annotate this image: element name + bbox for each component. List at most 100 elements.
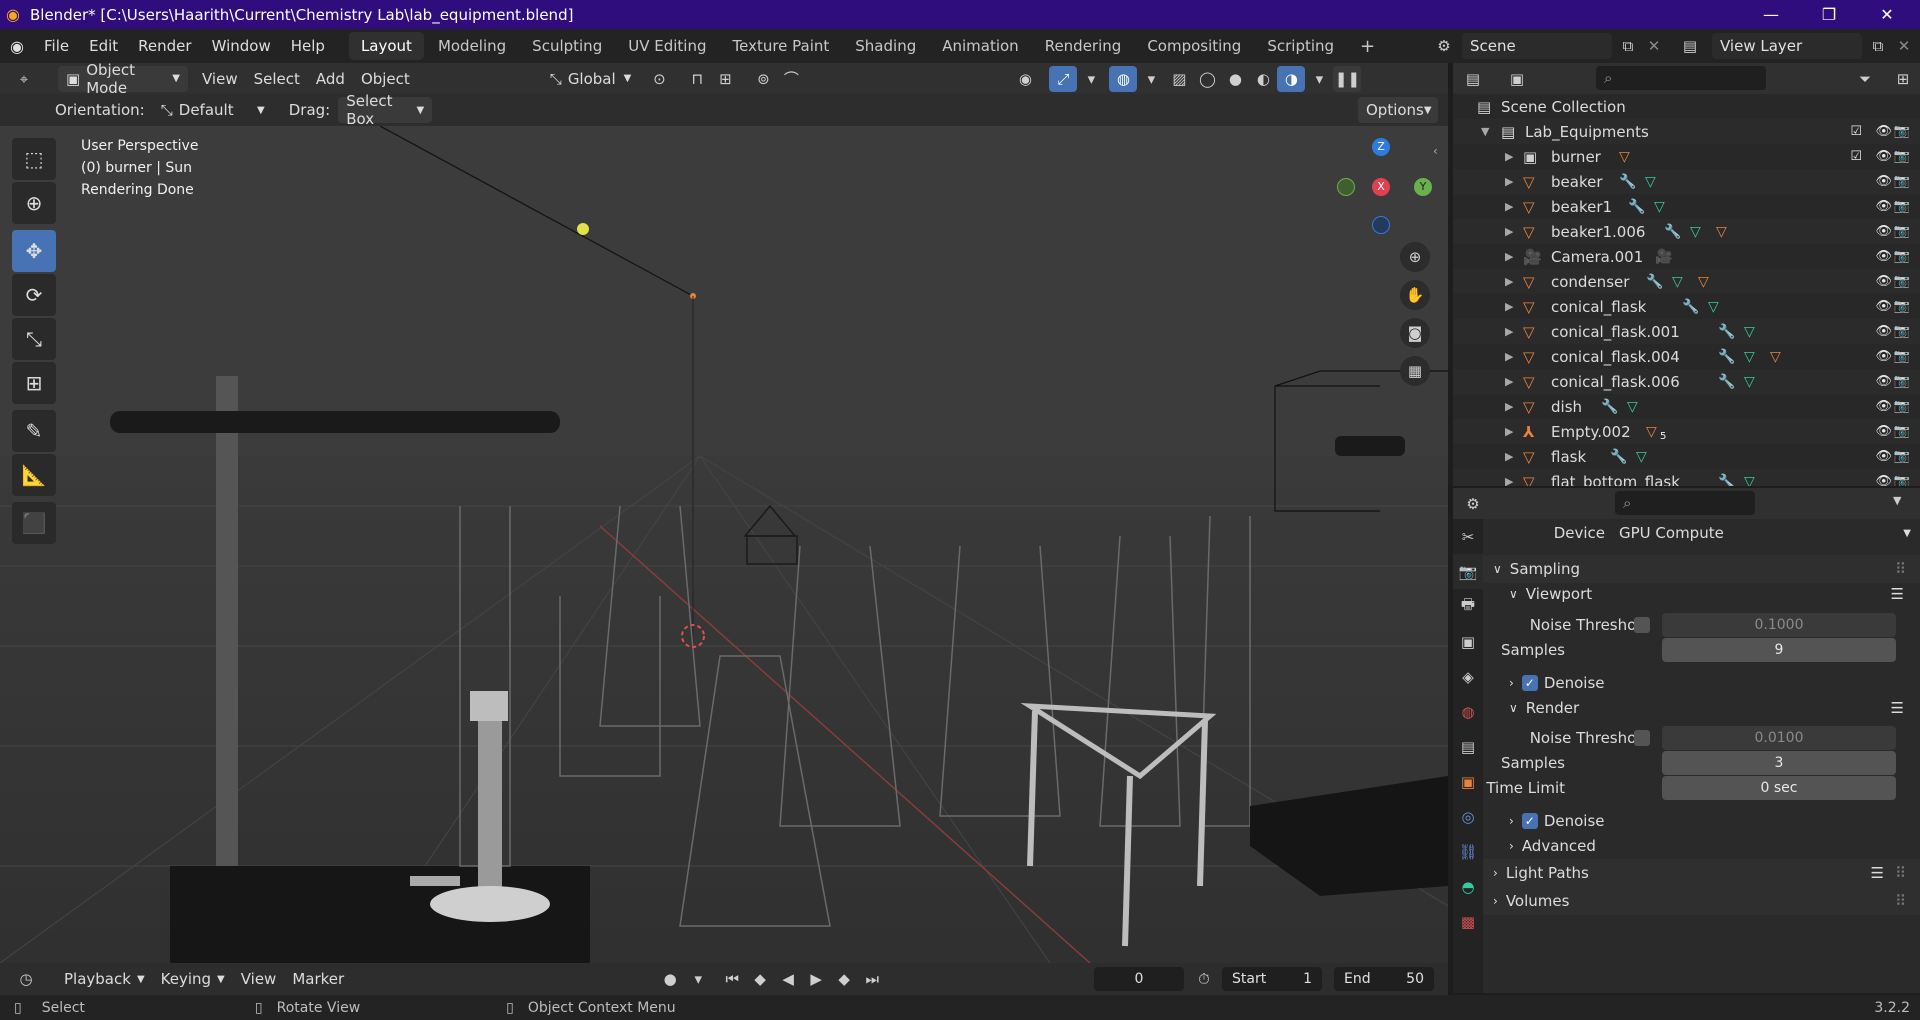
move-tool-icon[interactable]: ✥: [12, 230, 56, 272]
overlay-toggle-icon[interactable]: ◍: [1109, 65, 1138, 92]
scale-tool-icon[interactable]: ⤡: [12, 318, 56, 360]
expand-arrow-icon[interactable]: ▶: [1505, 425, 1513, 438]
expand-arrow-icon[interactable]: ▶: [1505, 325, 1513, 338]
gizmo-y-axis[interactable]: Y: [1414, 178, 1432, 196]
options-dropdown[interactable]: Options ▼: [1358, 97, 1438, 123]
wireframe-shading-icon[interactable]: ◯: [1193, 66, 1221, 92]
new-collection-icon[interactable]: ⊞: [1889, 66, 1917, 92]
snap-target-icon[interactable]: ⊞: [711, 66, 739, 92]
select-box-tool-icon[interactable]: ⬚: [12, 138, 56, 180]
light-paths-panel-header[interactable]: › Light Paths ☰ ⠿: [1483, 859, 1920, 887]
view-layer-selector-icon[interactable]: ▤: [1676, 33, 1704, 59]
material-shading-icon[interactable]: ◐: [1249, 66, 1277, 92]
menu-help[interactable]: Help: [281, 37, 335, 55]
menu-window[interactable]: Window: [202, 37, 281, 55]
expand-arrow-icon[interactable]: ▶: [1505, 400, 1513, 413]
menu-render[interactable]: Render: [128, 37, 201, 55]
outliner-collection-row[interactable]: ▼ ▤ Lab_Equipments ☑ 👁 📷: [1453, 119, 1920, 144]
properties-search-input[interactable]: ⌕: [1615, 491, 1755, 515]
tab-texture-paint[interactable]: Texture Paint: [720, 32, 841, 60]
outliner-row-beaker[interactable]: ▶ ▽ beaker 🔧 ▽ 👁 📷: [1453, 169, 1920, 194]
editor-type-icon[interactable]: ▤: [1459, 66, 1487, 92]
eye-icon[interactable]: 👁: [1875, 399, 1892, 414]
blender-menu-icon[interactable]: ◉: [0, 37, 34, 56]
mesh-data-icon[interactable]: ▽: [1708, 299, 1719, 315]
sampling-panel-header[interactable]: ∨ Sampling ⠿: [1483, 555, 1920, 583]
remove-view-layer-icon[interactable]: ✕: [1890, 33, 1918, 59]
outliner-row-flat-bottom-flask[interactable]: ▶ ▽ flat_bottom_flask 🔧 ▽ 👁 📷: [1453, 469, 1920, 486]
eye-icon[interactable]: 👁: [1875, 299, 1892, 314]
proportional-edit-icon[interactable]: ⊚: [749, 66, 777, 92]
falloff-icon[interactable]: ⌒: [777, 66, 805, 92]
chevron-down-icon[interactable]: ▾: [1137, 66, 1165, 92]
scene-tab-icon[interactable]: ◈: [1453, 659, 1483, 694]
drag-handle-icon[interactable]: ⠿: [1895, 864, 1906, 882]
mesh-data-icon[interactable]: ▽: [1672, 274, 1683, 290]
output-tab-icon[interactable]: 🖶: [1453, 589, 1483, 624]
modifier-icon[interactable]: 🔧: [1664, 224, 1681, 240]
transform-tool-icon[interactable]: ⊞: [12, 362, 56, 404]
drag-dropdown[interactable]: Select Box ▼: [338, 92, 433, 128]
collection-tab-icon[interactable]: ▤: [1453, 729, 1483, 764]
world-tab-icon[interactable]: ◍: [1453, 694, 1483, 729]
play-reverse-icon[interactable]: ◀: [774, 966, 802, 992]
mesh-data-icon[interactable]: ▽: [1744, 474, 1755, 487]
menu-view[interactable]: View: [194, 66, 246, 92]
viewport-noise-checkbox[interactable]: [1634, 617, 1650, 633]
modifier-icon[interactable]: 🔧: [1718, 324, 1735, 340]
modifier-icon[interactable]: 🔧: [1718, 374, 1735, 390]
physics-tab-icon[interactable]: ◎: [1453, 799, 1483, 834]
view-layer-field[interactable]: View Layer: [1712, 33, 1862, 59]
add-workspace-button[interactable]: +: [1348, 31, 1387, 62]
render-camera-icon[interactable]: 📷: [1894, 249, 1910, 264]
cursor-tool-icon[interactable]: ⊕: [12, 182, 56, 224]
eye-icon[interactable]: 👁: [1875, 274, 1892, 289]
outliner-row-burner[interactable]: ▶ ▣ burner ▽ ☑ 👁 📷: [1453, 144, 1920, 169]
menu-select[interactable]: Select: [246, 66, 308, 92]
mode-dropdown[interactable]: ▣ Object Mode ▼: [58, 61, 188, 97]
chevron-down-icon[interactable]: ▾: [1077, 66, 1105, 92]
data-tab-icon[interactable]: ◓: [1453, 869, 1483, 904]
advanced-subpanel-header[interactable]: › Advanced: [1483, 832, 1920, 860]
mesh-data-icon[interactable]: ▽: [1645, 174, 1656, 190]
eye-icon[interactable]: 👁: [1875, 424, 1892, 439]
mesh-data-icon[interactable]: ▽: [1770, 349, 1781, 365]
mesh-data-icon[interactable]: ▽: [1716, 224, 1727, 240]
viewport-samples-field[interactable]: 9: [1662, 638, 1896, 662]
tab-animation[interactable]: Animation: [930, 32, 1030, 60]
render-camera-icon[interactable]: 📷: [1894, 274, 1910, 289]
menu-playback[interactable]: Playback ▼: [56, 966, 153, 992]
outliner-row-condenser[interactable]: ▶ ▽ condenser 🔧 ▽ ▽ 👁 📷: [1453, 269, 1920, 294]
eye-icon[interactable]: 👁: [1875, 124, 1892, 139]
render-camera-icon[interactable]: 📷: [1894, 199, 1910, 214]
tab-sculpting[interactable]: Sculpting: [520, 32, 614, 60]
outliner-row-dish[interactable]: ▶ ▽ dish 🔧 ▽ 👁 📷: [1453, 394, 1920, 419]
expand-arrow-icon[interactable]: ▼: [1481, 125, 1489, 138]
gizmo-neg-y-axis[interactable]: [1337, 178, 1355, 196]
mesh-data-icon[interactable]: ▽: [1744, 374, 1755, 390]
mesh-data-icon[interactable]: ▽: [1627, 399, 1638, 415]
outliner-row-conical-flask-001[interactable]: ▶ ▽ conical_flask.001 🔧 ▽ 👁 📷: [1453, 319, 1920, 344]
modifier-icon[interactable]: 🔧: [1619, 174, 1636, 190]
volumes-panel-header[interactable]: › Volumes ⠿: [1483, 887, 1920, 915]
outliner-row-beaker1[interactable]: ▶ ▽ beaker1 🔧 ▽ 👁 📷: [1453, 194, 1920, 219]
modifier-icon[interactable]: 🔧: [1718, 349, 1735, 365]
eye-icon[interactable]: 👁: [1875, 199, 1892, 214]
menu-timeline-view[interactable]: View: [233, 966, 285, 992]
next-keyframe-icon[interactable]: ◆: [830, 966, 858, 992]
navigation-gizmo[interactable]: Z X Y: [1330, 136, 1440, 236]
modifier-icon[interactable]: 🔧: [1628, 199, 1645, 215]
chevron-down-icon[interactable]: ▾: [684, 966, 712, 992]
eye-icon[interactable]: 👁: [1875, 349, 1892, 364]
zoom-icon[interactable]: ⊕: [1400, 242, 1430, 272]
tool-tab-icon[interactable]: ✂: [1453, 519, 1483, 554]
expand-arrow-icon[interactable]: ▶: [1505, 450, 1513, 463]
annotate-tool-icon[interactable]: ✎: [12, 410, 56, 452]
viewport-noise-field[interactable]: 0.1000: [1662, 613, 1896, 637]
viewport-denoise-row[interactable]: › ✓ Denoise: [1483, 669, 1920, 697]
outliner-row-camera-001[interactable]: ▶ 🎥 Camera.001 🎥 👁 📷: [1453, 244, 1920, 269]
eye-icon[interactable]: 👁: [1875, 149, 1892, 164]
render-noise-field[interactable]: 0.0100: [1662, 726, 1896, 750]
rotate-tool-icon[interactable]: ⟳: [12, 274, 56, 316]
render-tab-icon[interactable]: 📷: [1453, 554, 1483, 589]
